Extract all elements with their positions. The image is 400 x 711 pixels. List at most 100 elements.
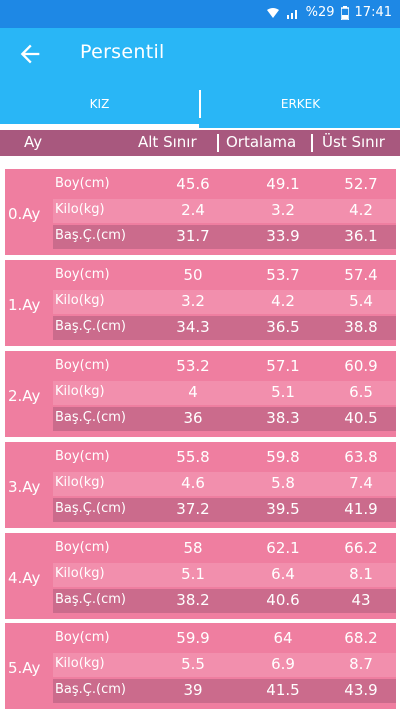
value-min: 31.7: [176, 227, 210, 245]
wifi-icon: [266, 7, 279, 18]
table-row: Baş.Ç.(cm) 38.2 40.6 43: [53, 589, 396, 613]
month-card: 4.Ay Boy(cm) 58 62.1 66.2 Kilo(kg) 5.1 6…: [5, 533, 396, 619]
value-avg: 39.5: [266, 500, 300, 518]
tab-erkek[interactable]: ERKEK: [201, 80, 400, 128]
tab-indicator: [0, 124, 199, 128]
month-card: 3.Ay Boy(cm) 55.8 59.8 63.8 Kilo(kg) 4.6…: [5, 442, 396, 528]
value-min: 34.3: [176, 318, 210, 336]
table-header: Ay Alt Sınır Ortalama Üst Sınır: [0, 130, 400, 156]
row-label: Boy(cm): [55, 630, 110, 645]
signal-icon: [286, 9, 297, 19]
value-avg: 49.1: [266, 175, 300, 193]
row-label: Kilo(kg): [55, 566, 105, 581]
value-min: 5.1: [181, 565, 205, 583]
value-max: 6.5: [349, 383, 373, 401]
value-min: 37.2: [176, 500, 210, 518]
table-row: Baş.Ç.(cm) 36 38.3 40.5: [53, 407, 396, 431]
table-row: Boy(cm) 58 62.1 66.2: [53, 537, 396, 561]
value-max: 43.9: [344, 681, 378, 699]
value-max: 38.8: [344, 318, 378, 336]
value-max: 8.7: [349, 655, 373, 673]
header-separator: [217, 134, 219, 152]
value-max: 4.2: [349, 201, 373, 219]
value-avg: 59.8: [266, 448, 300, 466]
value-max: 68.2: [344, 629, 378, 647]
value-avg: 5.1: [271, 383, 295, 401]
value-min: 4: [188, 383, 198, 401]
value-avg: 38.3: [266, 409, 300, 427]
value-max: 66.2: [344, 539, 378, 557]
value-max: 52.7: [344, 175, 378, 193]
month-label: 1.Ay: [8, 296, 41, 314]
row-label: Boy(cm): [55, 358, 110, 373]
value-min: 36: [183, 409, 203, 427]
value-min: 5.5: [181, 655, 205, 673]
value-avg: 33.9: [266, 227, 300, 245]
value-avg: 3.2: [271, 201, 295, 219]
row-label: Baş.Ç.(cm): [55, 410, 126, 425]
table-row: Baş.Ç.(cm) 34.3 36.5 38.8: [53, 316, 396, 340]
row-label: Kilo(kg): [55, 202, 105, 217]
row-label: Baş.Ç.(cm): [55, 319, 126, 334]
month-card: 0.Ay Boy(cm) 45.6 49.1 52.7 Kilo(kg) 2.4…: [5, 169, 396, 255]
table-row: Kilo(kg) 5.1 6.4 8.1: [53, 563, 396, 587]
header-age: Ay: [24, 133, 43, 151]
app-bar: Persentil: [0, 28, 400, 80]
table-row: Kilo(kg) 4.6 5.8 7.4: [53, 472, 396, 496]
value-min: 3.2: [181, 292, 205, 310]
value-min: 2.4: [181, 201, 205, 219]
value-max: 5.4: [349, 292, 373, 310]
table-row: Boy(cm) 59.9 64 68.2: [53, 627, 396, 651]
row-label: Kilo(kg): [55, 475, 105, 490]
row-label: Boy(cm): [55, 540, 110, 555]
value-min: 45.6: [176, 175, 210, 193]
row-label: Kilo(kg): [55, 656, 105, 671]
month-label: 3.Ay: [8, 478, 41, 496]
value-min: 38.2: [176, 591, 210, 609]
row-label: Baş.Ç.(cm): [55, 228, 126, 243]
table-row: Baş.Ç.(cm) 31.7 33.9 36.1: [53, 225, 396, 249]
value-max: 60.9: [344, 357, 378, 375]
table-row: Boy(cm) 45.6 49.1 52.7: [53, 173, 396, 197]
month-card: 5.Ay Boy(cm) 59.9 64 68.2 Kilo(kg) 5.5 6…: [5, 623, 396, 709]
month-card: 2.Ay Boy(cm) 53.2 57.1 60.9 Kilo(kg) 4 5…: [5, 351, 396, 437]
month-label: 4.Ay: [8, 569, 41, 587]
month-card: 1.Ay Boy(cm) 50 53.7 57.4 Kilo(kg) 3.2 4…: [5, 260, 396, 346]
value-max: 40.5: [344, 409, 378, 427]
row-label: Baş.Ç.(cm): [55, 592, 126, 607]
table-row: Kilo(kg) 5.5 6.9 8.7: [53, 653, 396, 677]
header-min: Alt Sınır: [138, 133, 197, 151]
row-label: Kilo(kg): [55, 384, 105, 399]
status-bar: %29 17:41: [0, 0, 400, 28]
table-row: Boy(cm) 55.8 59.8 63.8: [53, 446, 396, 470]
battery-icon: [340, 5, 349, 20]
tab-kiz[interactable]: KIZ: [0, 80, 199, 128]
back-arrow-icon[interactable]: [16, 40, 44, 68]
status-icons: %29 17:41: [266, 5, 392, 20]
value-min: 50: [183, 266, 203, 284]
value-min: 58: [183, 539, 203, 557]
status-time: 17:41: [354, 5, 392, 20]
month-label: 0.Ay: [8, 205, 41, 223]
tab-bar: KIZ ERKEK: [0, 80, 400, 128]
table-row: Baş.Ç.(cm) 39 41.5 43.9: [53, 679, 396, 703]
table-row: Boy(cm) 53.2 57.1 60.9: [53, 355, 396, 379]
header-avg: Ortalama: [226, 133, 297, 151]
value-min: 39: [183, 681, 203, 699]
row-label: Boy(cm): [55, 449, 110, 464]
table-row: Kilo(kg) 2.4 3.2 4.2: [53, 199, 396, 223]
value-max: 57.4: [344, 266, 378, 284]
value-max: 7.4: [349, 474, 373, 492]
value-avg: 5.8: [271, 474, 295, 492]
value-min: 59.9: [176, 629, 210, 647]
table-row: Baş.Ç.(cm) 37.2 39.5 41.9: [53, 498, 396, 522]
row-label: Baş.Ç.(cm): [55, 501, 126, 516]
month-label: 2.Ay: [8, 387, 41, 405]
header-separator: [311, 134, 313, 152]
value-avg: 36.5: [266, 318, 300, 336]
value-max: 8.1: [349, 565, 373, 583]
table-row: Boy(cm) 50 53.7 57.4: [53, 264, 396, 288]
value-max: 36.1: [344, 227, 378, 245]
value-avg: 62.1: [266, 539, 300, 557]
value-avg: 41.5: [266, 681, 300, 699]
